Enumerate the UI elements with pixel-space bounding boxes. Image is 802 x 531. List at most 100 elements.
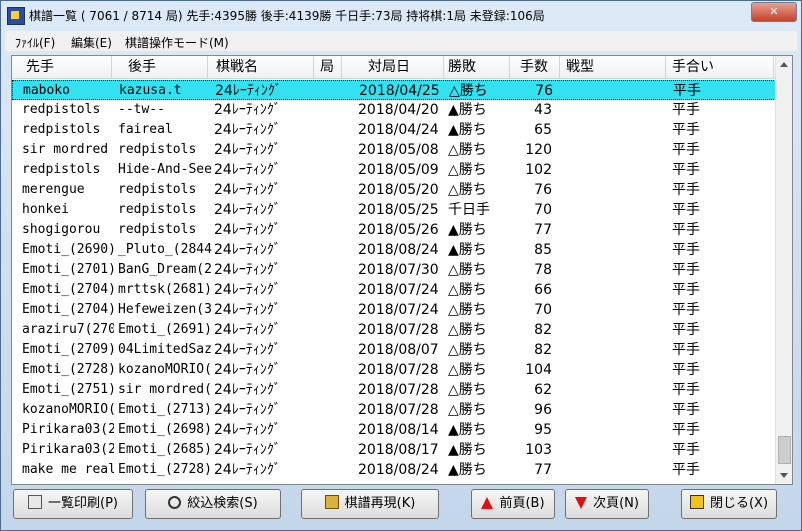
cell-teai: 平手: [672, 222, 700, 238]
app-icon: [7, 7, 25, 25]
cell-sente: Emoti_(2701): [22, 262, 114, 277]
vertical-scrollbar[interactable]: [775, 56, 792, 484]
replay-kifu-button[interactable]: 棋譜再現(K): [301, 489, 439, 519]
cell-teai: 平手: [672, 382, 700, 398]
title-bar[interactable]: 棋譜一覧 ( 7061 / 8714 局) 先手:4395勝 後手:4139勝 …: [1, 1, 801, 29]
cell-kyoku: [324, 240, 344, 260]
table-row[interactable]: Pirikara03(2 Emoti_(2698) 24ﾚｰﾃｨﾝｸﾞ 2018/08…: [12, 420, 776, 440]
cell-date: 2018/04/24: [358, 122, 439, 138]
table-row[interactable]: merengue redpistols 24ﾚｰﾃｨﾝｸﾞ 2018/05/20 △勝ち…: [12, 180, 776, 200]
cell-date: 2018/08/14: [358, 422, 439, 438]
table-row[interactable]: Emoti_(2704) Hefeweizen(3 24ﾚｰﾃｨﾝｸﾞ 2018/07…: [12, 300, 776, 320]
scroll-thumb[interactable]: [778, 436, 791, 464]
table-row[interactable]: Emoti_(2728) kozanoMORIO(24ﾚｰﾃｨﾝｸﾞ 2018/07…: [12, 360, 776, 380]
cell-gote: faireal: [118, 122, 173, 137]
column-header-kisen[interactable]: 棋戦名: [208, 56, 314, 78]
cell-kisen: 24ﾚｰﾃｨﾝｸﾞ: [214, 262, 281, 278]
cell-gote: Emoti_(2698): [118, 422, 212, 437]
table-row[interactable]: Emoti_(2751) sir mordred(24ﾚｰﾃｨﾝｸﾞ 2018/07…: [12, 380, 776, 400]
column-header-date[interactable]: 対局日: [342, 56, 444, 78]
menu-edit[interactable]: 編集(E): [71, 34, 112, 51]
kifu-list-table[interactable]: 先手 後手 棋戦名 局 対局日 勝敗 手数 戦型 手合い maboko kazus…: [11, 55, 793, 485]
cell-result: △勝ち: [448, 182, 487, 198]
next-page-button[interactable]: 次頁(N): [565, 489, 649, 519]
cell-sente: Pirikara03(2: [22, 442, 114, 457]
cell-senkei: [568, 100, 664, 120]
cell-kyoku: [324, 440, 344, 460]
cell-senkei: [568, 340, 664, 360]
cell-kisen: 24ﾚｰﾃｨﾝｸﾞ: [214, 102, 281, 118]
table-row[interactable]: araziru7(270 Emoti_(2691) 24ﾚｰﾃｨﾝｸﾞ 2018/07…: [12, 320, 776, 340]
table-row[interactable]: maboko kazusa.t 24ﾚｰﾃｨﾝｸﾞ 2018/04/25 △勝ち 76 平手: [12, 80, 776, 100]
menu-kifu-mode[interactable]: 棋譜操作モード(M): [125, 34, 229, 51]
cell-gote: Hide-And-See: [118, 162, 212, 177]
cell-kisen: 24ﾚｰﾃｨﾝｸﾞ: [214, 362, 281, 378]
cell-senkei: [568, 360, 664, 380]
cell-kyoku: [324, 360, 344, 380]
table-row[interactable]: Emoti_(2709) 04LimitedSaz 24ﾚｰﾃｨﾝｸﾞ 2018/08…: [12, 340, 776, 360]
cell-kyoku: [324, 340, 344, 360]
cell-result: ▲勝ち: [448, 442, 487, 458]
close-window-button[interactable]: ✕: [751, 2, 797, 22]
column-header-senkei[interactable]: 戦型: [560, 56, 666, 78]
cell-sente: Pirikara03(2: [22, 422, 114, 437]
table-row[interactable]: make me real Emoti_(2728) 24ﾚｰﾃｨﾝｸﾞ 2018/08…: [12, 460, 776, 480]
column-header-gote[interactable]: 後手: [112, 56, 208, 78]
cell-kyoku: [324, 200, 344, 220]
cell-kisen: 24ﾚｰﾃｨﾝｸﾞ: [214, 202, 281, 218]
cell-gote: mrttsk(2681): [118, 282, 212, 297]
cell-gote: --tw--: [118, 102, 165, 117]
column-header-moves[interactable]: 手数: [510, 56, 560, 78]
prev-page-button[interactable]: 前頁(B): [471, 489, 555, 519]
cell-moves: 82: [534, 342, 552, 358]
cell-sente: Emoti_(2704): [22, 302, 114, 317]
table-row[interactable]: Emoti_(2690) _Pluto_(2844 24ﾚｰﾃｨﾝｸﾞ 2018/08…: [12, 240, 776, 260]
scroll-down-arrow-icon[interactable]: [776, 467, 792, 484]
scroll-up-arrow-icon[interactable]: [776, 56, 792, 73]
column-header-teai[interactable]: 手合い: [666, 56, 774, 78]
cell-moves: 43: [534, 102, 552, 118]
table-row[interactable]: redpistols Hide-And-See 24ﾚｰﾃｨﾝｸﾞ 2018/05/0…: [12, 160, 776, 180]
cell-moves: 76: [534, 182, 552, 198]
cell-gote: redpistols: [118, 202, 197, 217]
cell-kyoku: [324, 220, 344, 240]
close-dialog-button[interactable]: 閉じる(X): [681, 489, 777, 519]
cell-kyoku: [324, 280, 344, 300]
table-row[interactable]: Emoti_(2701) BanG_Dream(2 24ﾚｰﾃｨﾝｸﾞ 2018/07…: [12, 260, 776, 280]
table-row[interactable]: redpistols faireal 24ﾚｰﾃｨﾝｸﾞ 2018/04/24 ▲勝ち 6…: [12, 120, 776, 140]
table-row[interactable]: kozanoMORIO(Emoti_(2713) 24ﾚｰﾃｨﾝｸﾞ 2018/07…: [12, 400, 776, 420]
cell-teai: 平手: [672, 122, 700, 138]
cell-date: 2018/07/24: [358, 302, 439, 318]
cell-result: ▲勝ち: [448, 242, 487, 258]
print-list-button[interactable]: 一覧印刷(P): [13, 489, 133, 519]
table-row[interactable]: honkei redpistols 24ﾚｰﾃｨﾝｸﾞ 2018/05/25 千日手 70…: [12, 200, 776, 220]
exit-door-icon: [689, 495, 704, 509]
cell-kyoku: [324, 160, 344, 180]
cell-kisen: 24ﾚｰﾃｨﾝｸﾞ: [214, 322, 281, 338]
cell-result: ▲勝ち: [448, 102, 487, 118]
column-header-result[interactable]: 勝敗: [444, 56, 510, 78]
column-header-kyoku[interactable]: 局: [314, 56, 342, 78]
table-row[interactable]: redpistols --tw-- 24ﾚｰﾃｨﾝｸﾞ 2018/04/20 ▲勝ち 43…: [12, 100, 776, 120]
cell-moves: 120: [525, 142, 552, 158]
menu-file[interactable]: ﾌｧｲﾙ(F): [15, 34, 55, 51]
cell-gote: redpistols: [118, 142, 197, 157]
cell-kisen: 24ﾚｰﾃｨﾝｸﾞ: [214, 142, 281, 158]
filter-search-button[interactable]: 絞込検索(S): [145, 489, 281, 519]
menu-bar: ﾌｧｲﾙ(F) 編集(E) 棋譜操作モード(M): [5, 31, 797, 51]
table-row[interactable]: Emoti_(2704) mrttsk(2681) 24ﾚｰﾃｨﾝｸﾞ 2018/07…: [12, 280, 776, 300]
table-row[interactable]: Pirikara03(2 Emoti_(2685) 24ﾚｰﾃｨﾝｸﾞ 2018/08…: [12, 440, 776, 460]
cell-senkei: [568, 220, 664, 240]
replay-kifu-label: 棋譜再現(K): [344, 496, 416, 511]
cell-result: △勝ち: [448, 142, 487, 158]
cell-result: 千日手: [448, 202, 490, 218]
cell-date: 2018/08/24: [358, 242, 439, 258]
table-row[interactable]: shogigorou redpistols 24ﾚｰﾃｨﾝｸﾞ 2018/05/26 ▲…: [12, 220, 776, 240]
prev-page-label: 前頁(B): [499, 496, 545, 511]
column-header-sente[interactable]: 先手: [12, 56, 112, 78]
cell-date: 2018/07/28: [358, 402, 439, 418]
cell-moves: 66: [534, 282, 552, 298]
table-row[interactable]: sir mordred redpistols 24ﾚｰﾃｨﾝｸﾞ 2018/05/08…: [12, 140, 776, 160]
cell-kisen: 24ﾚｰﾃｨﾝｸﾞ: [214, 302, 281, 318]
cell-senkei: [568, 260, 664, 280]
